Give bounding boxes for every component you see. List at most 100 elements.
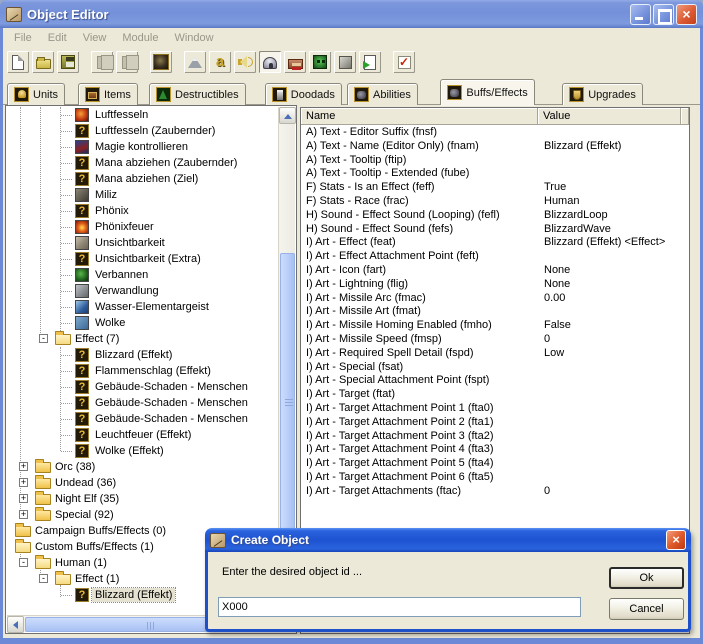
field-row[interactable]: A) Text - Tooltip (ftip) (301, 154, 689, 168)
tab-buffs-effects[interactable]: Buffs/Effects (440, 79, 534, 105)
tree-item[interactable]: ?Phönix (7, 203, 279, 219)
column-header-value[interactable]: Value (538, 108, 681, 125)
tree-item[interactable]: ?Wolke (Effekt) (7, 443, 279, 459)
collapse-minus-icon[interactable]: - (19, 558, 28, 567)
ai-editor-button[interactable] (308, 50, 332, 74)
tab-abilities[interactable]: Abilities (347, 83, 418, 105)
menu-window[interactable]: Window (168, 30, 219, 46)
tree-item[interactable]: +Special (92) (7, 507, 279, 523)
sound-editor-button[interactable] (233, 50, 257, 74)
field-name: I) Art - Target Attachment Point 2 (fta1… (306, 416, 494, 430)
vertical-scroll-thumb[interactable] (280, 253, 295, 553)
object-manager-button[interactable] (333, 50, 357, 74)
tree-item[interactable]: -Effect (7) (7, 331, 279, 347)
tree-item[interactable]: +Undead (36) (7, 475, 279, 491)
field-row[interactable]: I) Art - Lightning (flig)None (301, 278, 689, 292)
trigger-editor-button[interactable]: a (208, 50, 232, 74)
field-row[interactable]: I) Art - Target Attachment Point 4 (fta3… (301, 443, 689, 457)
menu-module[interactable]: Module (116, 30, 164, 46)
tree-item[interactable]: Phönixfeuer (7, 219, 279, 235)
object-id-input[interactable] (218, 597, 581, 617)
ok-button[interactable]: Ok (609, 567, 684, 589)
test-map-button[interactable]: ✓ (392, 50, 416, 74)
collapse-minus-icon[interactable]: - (39, 334, 48, 343)
collapse-minus-icon[interactable]: - (39, 574, 48, 583)
tree-item[interactable]: Verwandlung (7, 283, 279, 299)
tab-destructibles[interactable]: Destructibles (149, 83, 246, 105)
field-row[interactable]: A) Text - Name (Editor Only) (fnam)Blizz… (301, 140, 689, 154)
field-row[interactable]: I) Art - Target Attachment Point 2 (fta1… (301, 416, 689, 430)
field-row[interactable]: I) Art - Special Attachment Point (fspt) (301, 374, 689, 388)
tree-item[interactable]: ?Luftfesseln (Zaubernder) (7, 123, 279, 139)
tab-units[interactable]: Units (7, 83, 65, 105)
field-row[interactable]: I) Art - Target Attachment Point 3 (fta2… (301, 430, 689, 444)
field-row[interactable]: I) Art - Target (ftat) (301, 388, 689, 402)
field-row[interactable]: I) Art - Special (fsat) (301, 361, 689, 375)
tab-upgrades[interactable]: Upgrades (562, 83, 643, 105)
scroll-up-button[interactable] (279, 107, 296, 124)
tree-item[interactable]: ?Gebäude-Schaden - Menschen (7, 395, 279, 411)
expand-plus-icon[interactable]: + (19, 478, 28, 487)
tree-item[interactable]: ?Flammenschlag (Effekt) (7, 363, 279, 379)
tree-item[interactable]: ?Gebäude-Schaden - Menschen (7, 411, 279, 427)
new-custom-object-button[interactable] (149, 50, 173, 74)
expand-plus-icon[interactable]: + (19, 462, 28, 471)
field-row[interactable]: I) Art - Icon (fart)None (301, 264, 689, 278)
save-map-button[interactable] (56, 50, 80, 74)
tree-item[interactable]: +Night Elf (35) (7, 491, 279, 507)
field-row[interactable]: I) Art - Missile Speed (fmsp)0 (301, 333, 689, 347)
open-map-button[interactable] (31, 50, 55, 74)
field-row[interactable]: I) Art - Effect Attachment Point (feft) (301, 250, 689, 264)
tree-item[interactable]: ?Gebäude-Schaden - Menschen (7, 379, 279, 395)
field-row[interactable]: I) Art - Target Attachment Point 1 (fta0… (301, 402, 689, 416)
field-row[interactable]: I) Art - Target Attachment Point 5 (fta4… (301, 457, 689, 471)
field-row[interactable]: F) Stats - Is an Effect (feff)True (301, 181, 689, 195)
tree-item[interactable]: Magie kontrollieren (7, 139, 279, 155)
field-row[interactable]: I) Art - Missile Homing Enabled (fmho)Fa… (301, 319, 689, 333)
field-row[interactable]: F) Stats - Race (frac)Human (301, 195, 689, 209)
new-document-button[interactable] (6, 50, 30, 74)
close-button[interactable]: × (676, 4, 697, 25)
field-row[interactable]: A) Text - Editor Suffix (fnsf) (301, 126, 689, 140)
tree-item[interactable]: ?Mana abziehen (Zaubernder) (7, 155, 279, 171)
field-row[interactable]: A) Text - Tooltip - Extended (fube) (301, 167, 689, 181)
menu-view[interactable]: View (77, 30, 113, 46)
dialog-close-button[interactable]: × (666, 530, 686, 550)
menu-edit[interactable]: Edit (42, 30, 73, 46)
terrain-editor-button[interactable] (183, 50, 207, 74)
tree-item[interactable]: ?Unsichtbarkeit (Extra) (7, 251, 279, 267)
tab-items[interactable]: Items (78, 83, 138, 105)
tree-item[interactable]: ?Leuchtfeuer (Effekt) (7, 427, 279, 443)
field-row[interactable]: I) Art - Missile Arc (fmac)0.00 (301, 292, 689, 306)
tree-item[interactable]: ?Blizzard (Effekt) (7, 347, 279, 363)
field-row[interactable]: I) Art - Effect (feat)Blizzard (Effekt) … (301, 236, 689, 250)
field-row[interactable]: I) Art - Missile Art (fmat) (301, 305, 689, 319)
expand-plus-icon[interactable]: + (19, 494, 28, 503)
tree-item[interactable]: Wasser-Elementargeist (7, 299, 279, 315)
tree-item[interactable]: +Orc (38) (7, 459, 279, 475)
tree-item[interactable]: ?Mana abziehen (Ziel) (7, 171, 279, 187)
menu-file[interactable]: File (8, 30, 38, 46)
tree-item[interactable]: Luftfesseln (7, 107, 279, 123)
expand-plus-icon[interactable]: + (19, 510, 28, 519)
campaign-editor-button[interactable] (283, 50, 307, 74)
cancel-button[interactable]: Cancel (609, 598, 684, 620)
tree-item[interactable]: Wolke (7, 315, 279, 331)
scroll-left-button[interactable] (7, 616, 24, 633)
object-editor-button[interactable] (258, 50, 282, 74)
import-manager-button[interactable] (358, 50, 382, 74)
tree-item[interactable]: Miliz (7, 187, 279, 203)
tree-item[interactable]: Verbannen (7, 267, 279, 283)
field-row[interactable]: H) Sound - Effect Sound (Looping) (fefl)… (301, 209, 689, 223)
column-header-name[interactable]: Name (301, 108, 538, 125)
field-row[interactable]: H) Sound - Effect Sound (fefs)BlizzardWa… (301, 223, 689, 237)
field-row[interactable]: I) Art - Target Attachments (ftac)0 (301, 485, 689, 499)
maximize-button[interactable] (653, 4, 674, 25)
window-titlebar[interactable]: Object Editor × (0, 0, 703, 28)
tab-doodads[interactable]: Doodads (265, 83, 342, 105)
field-row[interactable]: I) Art - Required Spell Detail (fspd)Low (301, 347, 689, 361)
minimize-button[interactable] (630, 4, 651, 25)
tree-item[interactable]: Unsichtbarkeit (7, 235, 279, 251)
dialog-titlebar[interactable]: Create Object × (205, 528, 691, 552)
field-row[interactable]: I) Art - Target Attachment Point 6 (fta5… (301, 471, 689, 485)
